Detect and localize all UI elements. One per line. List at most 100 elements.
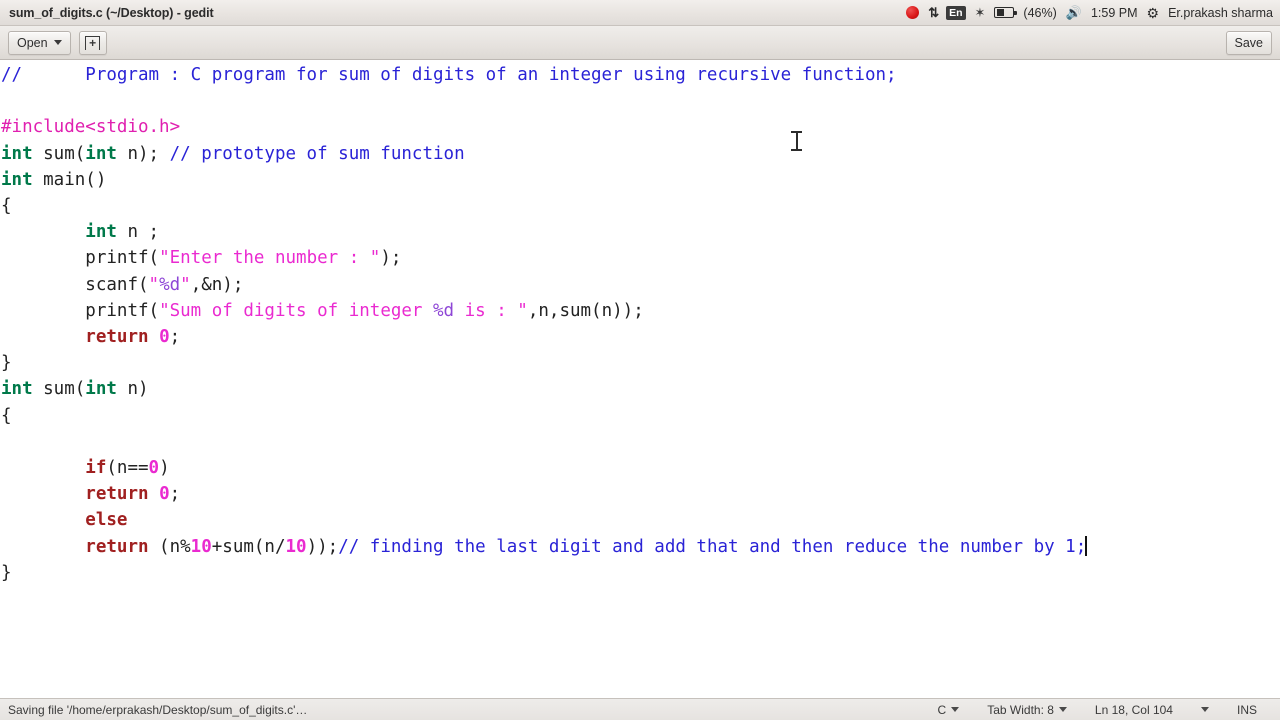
code-token: { (1, 196, 12, 217)
code-line: printf("Enter the number : "); (1, 245, 1280, 271)
code-line: scanf("%d",&n); (1, 272, 1280, 298)
code-line: return (n%10+sum(n/10));// finding the l… (1, 534, 1280, 560)
code-line: printf("Sum of digits of integer %d is :… (1, 298, 1280, 324)
code-token: } (1, 562, 12, 583)
new-document-icon: + (85, 35, 101, 50)
code-token: #include<stdio.h> (1, 117, 181, 138)
code-token: %d (433, 300, 455, 321)
code-token: return (85, 484, 149, 505)
code-line: { (1, 193, 1280, 219)
code-line: if(n==0) (1, 455, 1280, 481)
code-token: ; (169, 327, 181, 348)
code-token: ; (169, 484, 181, 505)
tab-width-selector[interactable]: Tab Width: 8 (973, 703, 1081, 717)
code-token: printf( (1, 300, 160, 321)
code-token: // Program : C program for sum of digits… (1, 65, 897, 85)
code-token: %d (159, 274, 181, 295)
code-token: int (1, 169, 33, 190)
code-token: sum( (32, 379, 86, 400)
save-button-label: Save (1234, 35, 1264, 50)
code-token: int (85, 143, 117, 164)
code-token: main() (32, 169, 107, 190)
code-token: ); (380, 248, 402, 269)
code-line: return 0; (1, 481, 1280, 507)
code-token: is : " (454, 300, 528, 321)
code-line: int main() (1, 167, 1280, 193)
code-line: int n ; (1, 219, 1280, 245)
battery-icon[interactable] (994, 7, 1017, 18)
chevron-down-icon (1058, 707, 1067, 712)
cursor-position-selector[interactable]: Ln 18, Col 104 (1081, 703, 1187, 717)
language-label: C (937, 702, 947, 717)
code-line: // Program : C program for sum of digits… (1, 62, 1280, 88)
code-token: " (180, 274, 191, 295)
code-token: (n% (148, 536, 191, 557)
bluetooth-icon[interactable]: ✶ (975, 6, 986, 19)
gear-icon[interactable]: ⚙ (1147, 6, 1160, 20)
code-line: } (1, 560, 1280, 586)
code-token: } (1, 353, 12, 374)
code-token: return (85, 327, 149, 348)
volume-icon[interactable]: 🔊 (1066, 6, 1082, 19)
position-dropdown[interactable] (1187, 707, 1223, 712)
source-code-view[interactable]: // Program : C program for sum of digits… (0, 62, 1280, 586)
code-token: int (85, 222, 117, 243)
code-token: )); (306, 536, 339, 557)
code-token: 0 (159, 327, 170, 348)
code-token: n ; (116, 222, 160, 243)
insert-mode-label: INS (1236, 702, 1257, 717)
code-token: 0 (159, 484, 170, 505)
code-line: int sum(int n) (1, 376, 1280, 402)
code-line: int sum(int n); // prototype of sum func… (1, 141, 1280, 167)
code-token: ,n,sum(n)); (527, 300, 644, 321)
window-title: sum_of_digits.c (~/Desktop) - gedit (9, 5, 214, 20)
code-token: // prototype of sum function (169, 143, 465, 164)
user-name-label[interactable]: Er.prakash sharma (1168, 6, 1273, 20)
gedit-header-bar: Open + Save (0, 26, 1280, 60)
code-token: int (85, 379, 117, 400)
code-token: (n== (106, 458, 149, 479)
code-token: "Sum of digits of integer (159, 300, 433, 321)
insert-mode-indicator[interactable]: INS (1223, 703, 1271, 717)
code-token: scanf( (1, 274, 149, 295)
cursor-position-label: Ln 18, Col 104 (1094, 702, 1173, 717)
code-token: printf( (1, 248, 160, 269)
clock-label[interactable]: 1:59 PM (1091, 6, 1138, 20)
save-button[interactable]: Save (1225, 30, 1272, 55)
network-updown-icon[interactable]: ⇅ (928, 6, 939, 19)
code-token: // finding the last digit and add that a… (338, 536, 1087, 557)
system-tray: ⇅ En ✶ (46%) 🔊 1:59 PM ⚙ Er.prakash shar… (906, 5, 1280, 20)
record-dot-icon[interactable] (906, 6, 920, 19)
code-line: return 0; (1, 324, 1280, 350)
code-token: "Enter the number : " (159, 248, 381, 269)
code-token: { (1, 405, 12, 426)
code-token: if (85, 458, 107, 479)
code-token: 0 (148, 458, 160, 479)
code-token: ) (159, 458, 170, 479)
code-token: return (85, 536, 149, 557)
battery-percent-label: (46%) (1023, 5, 1057, 20)
open-button[interactable]: Open (8, 30, 71, 55)
chevron-down-icon (951, 707, 960, 712)
code-token: 10 (285, 536, 307, 557)
chevron-down-icon (53, 40, 62, 45)
code-token: int (1, 379, 33, 400)
status-bar: Saving file '/home/erprakash/Desktop/sum… (0, 698, 1280, 720)
open-button-label: Open (17, 35, 48, 50)
status-message: Saving file '/home/erprakash/Desktop/sum… (8, 702, 308, 717)
code-token: n) (116, 379, 149, 400)
code-token: " (148, 274, 160, 295)
new-document-button[interactable]: + (78, 30, 107, 55)
language-selector[interactable]: C (924, 703, 974, 717)
system-top-panel: sum_of_digits.c (~/Desktop) - gedit ⇅ En… (0, 0, 1280, 26)
text-editor-area[interactable]: // Program : C program for sum of digits… (0, 60, 1280, 720)
keyboard-layout-indicator[interactable]: En (946, 5, 966, 20)
code-line: { (1, 403, 1280, 429)
